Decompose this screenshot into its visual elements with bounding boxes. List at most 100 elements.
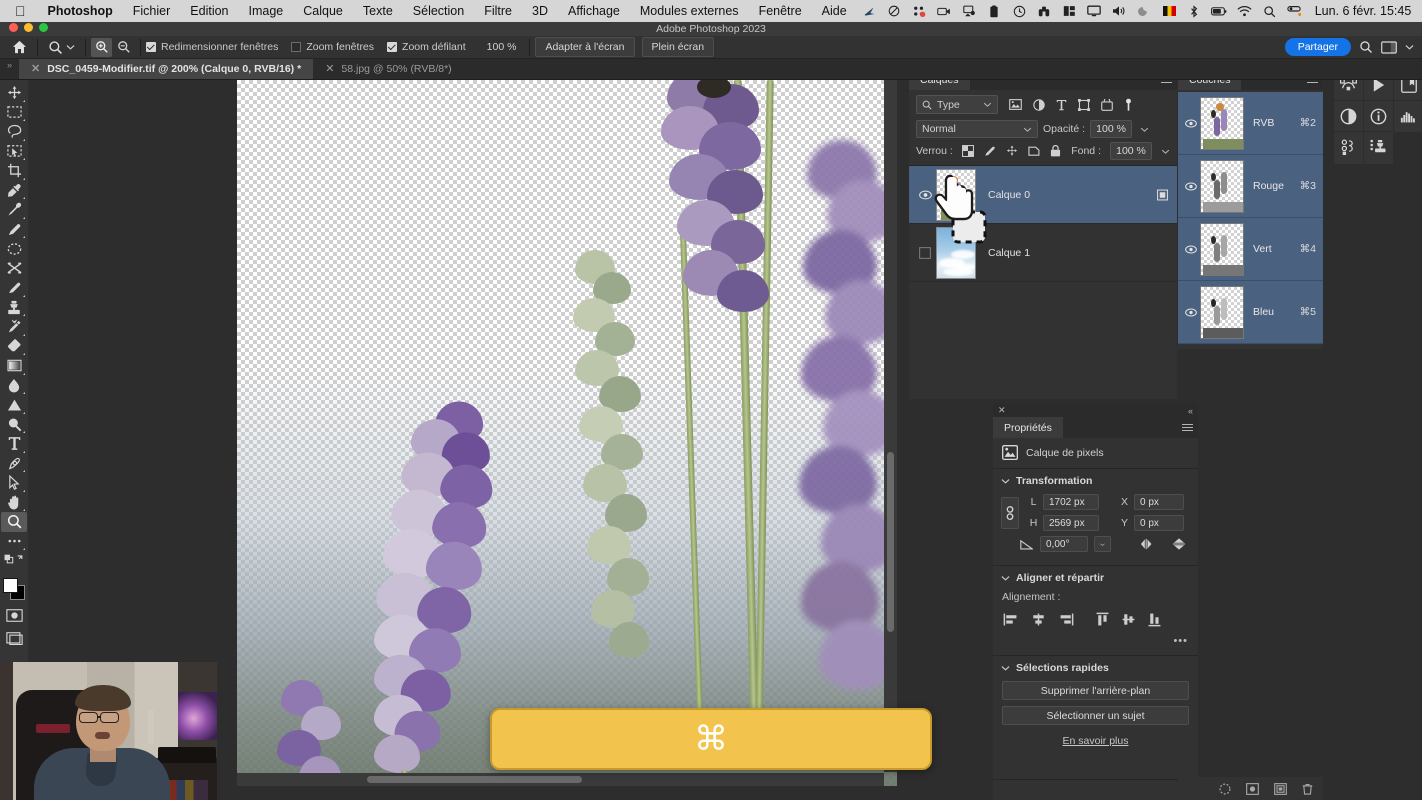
lock-artboard-icon[interactable] <box>1028 145 1040 157</box>
save-selection-as-channel-icon[interactable] <box>1246 782 1259 795</box>
collapse-panel-icon[interactable]: « <box>1188 406 1193 416</box>
minimize-button[interactable] <box>24 23 33 32</box>
menu-item-fenetre[interactable]: Fenêtre <box>749 4 812 18</box>
layer-thumbnail[interactable] <box>936 168 976 221</box>
type-tool[interactable] <box>1 434 27 454</box>
close-icon[interactable]: ✕ <box>325 63 334 75</box>
menu-item-selection[interactable]: Sélection <box>403 4 474 18</box>
canvas-vertical-scrollbar[interactable] <box>884 80 897 772</box>
document-tab-secondary[interactable]: ✕ 58.jpg @ 50% (RVB/8*) <box>313 59 464 79</box>
apple-icon[interactable]:  <box>15 4 26 18</box>
lock-all-icon[interactable] <box>1050 145 1061 157</box>
channel-visibility-toggle[interactable] <box>1182 118 1200 128</box>
more-options-icon[interactable]: ••• <box>993 627 1198 647</box>
channel-visibility-toggle[interactable] <box>1182 307 1200 317</box>
shape-filter-icon[interactable] <box>1078 98 1090 111</box>
canvas-horizontal-scrollbar[interactable] <box>237 773 884 786</box>
checkbox-scrubby-zoom[interactable]: Zoom défilant <box>387 41 466 53</box>
clone-source-panel-icon[interactable] <box>1364 131 1393 162</box>
volume-icon[interactable] <box>1107 0 1132 22</box>
search-icon[interactable] <box>1257 0 1282 22</box>
table-row[interactable]: Vert ⌘4 <box>1178 218 1323 281</box>
menu-item-aide[interactable]: Aide <box>812 4 857 18</box>
lasso-tool[interactable] <box>1 122 27 142</box>
control-center-icon[interactable] <box>1282 0 1307 22</box>
channel-visibility-toggle[interactable] <box>1182 244 1200 254</box>
flip-vertical-icon[interactable] <box>1172 537 1186 551</box>
search-icon[interactable] <box>1359 40 1373 54</box>
align-left-icon[interactable] <box>1003 613 1018 626</box>
lock-position-icon[interactable] <box>1006 145 1018 157</box>
rectangular-marquee-tool[interactable] <box>1 103 27 123</box>
pen-tool[interactable] <box>1 454 27 474</box>
menu-item-3d[interactable]: 3D <box>522 4 558 18</box>
hand-tool[interactable] <box>1 493 27 513</box>
clock-icon[interactable] <box>1007 0 1032 22</box>
layer-visibility-toggle[interactable] <box>914 190 936 200</box>
close-icon[interactable]: ✕ <box>31 63 40 75</box>
transform-section-header[interactable]: Transformation <box>993 475 1198 494</box>
layer-thumbnail[interactable] <box>936 226 976 279</box>
frame-tool[interactable] <box>1 239 27 259</box>
moon-icon[interactable] <box>1132 0 1157 22</box>
close-button[interactable] <box>9 23 18 32</box>
brush-tool[interactable] <box>1 278 27 298</box>
menu-item-modules-externes[interactable]: Modules externes <box>630 4 749 18</box>
histogram-panel-icon[interactable] <box>1394 100 1422 131</box>
wifi-icon[interactable] <box>1232 0 1257 22</box>
fit-screen-button[interactable]: Adapter à l'écran <box>535 37 635 57</box>
history-brush-tool[interactable] <box>1 317 27 337</box>
create-new-channel-icon[interactable] <box>1274 782 1287 795</box>
type-filter-icon[interactable] <box>1056 99 1067 111</box>
x-field[interactable]: 0 px <box>1134 494 1184 510</box>
notification-badge-icon[interactable] <box>907 0 932 22</box>
chevron-down-icon[interactable] <box>1405 44 1414 50</box>
styles-panel-icon[interactable] <box>1334 131 1363 162</box>
workspace-icon[interactable] <box>1381 40 1397 54</box>
menu-item-calque[interactable]: Calque <box>293 4 353 18</box>
document-tab-active[interactable]: ✕ DSC_0459-Modifier.tif @ 200% (Calque 0… <box>19 59 314 79</box>
chevron-down-icon[interactable] <box>1161 149 1170 154</box>
chevron-down-icon[interactable] <box>1140 127 1149 132</box>
height-field[interactable]: 2569 px <box>1043 515 1099 531</box>
table-row[interactable]: Calque 0 <box>909 166 1177 224</box>
airplay-icon[interactable] <box>957 0 982 22</box>
color-swatches[interactable] <box>1 576 27 602</box>
menu-item-filtre[interactable]: Filtre <box>474 4 522 18</box>
display-icon[interactable] <box>1082 0 1107 22</box>
tool-preset-picker[interactable] <box>43 37 80 57</box>
menu-bar-clock[interactable]: Lun. 6 févr. 15:45 <box>1307 4 1418 18</box>
width-field[interactable]: 1702 px <box>1043 494 1099 510</box>
table-row[interactable]: Rouge ⌘3 <box>1178 155 1323 218</box>
table-row[interactable]: Calque 1 <box>909 224 1177 282</box>
channel-thumbnail[interactable] <box>1200 222 1244 276</box>
angle-field[interactable]: 0,00° <box>1040 536 1088 552</box>
path-selection-tool[interactable] <box>1 473 27 493</box>
dropbox-icon[interactable] <box>882 0 907 22</box>
opacity-value[interactable]: 100 % <box>1090 120 1133 138</box>
load-channel-as-selection-icon[interactable] <box>1219 783 1231 795</box>
binoculars-icon[interactable] <box>1032 0 1057 22</box>
share-button[interactable]: Partager <box>1284 38 1351 56</box>
edit-toolbar-button[interactable] <box>1 532 27 552</box>
zoom-in-icon[interactable] <box>91 37 112 57</box>
align-center-horizontal-icon[interactable] <box>1031 613 1046 626</box>
filter-toggle-icon[interactable] <box>1124 98 1133 112</box>
tab-proprietes[interactable]: Propriétés <box>993 417 1063 438</box>
layer-lock-badge-icon[interactable] <box>1157 189 1168 200</box>
menu-item-fichier[interactable]: Fichier <box>123 4 181 18</box>
eyedropper-tool[interactable] <box>1 181 27 201</box>
chevron-down-icon[interactable] <box>1094 536 1111 552</box>
align-bottom-icon[interactable] <box>1148 612 1161 627</box>
quick-mask-icon[interactable] <box>1 606 27 626</box>
menu-item-image[interactable]: Image <box>239 4 294 18</box>
battery-usage-icon[interactable] <box>1057 0 1082 22</box>
chevron-double-right-icon[interactable]: » <box>0 59 19 79</box>
default-colors-icon[interactable] <box>1 551 27 571</box>
belgium-flag-icon[interactable] <box>1157 0 1182 22</box>
battery-icon[interactable] <box>1207 0 1232 22</box>
screen-mode-icon[interactable] <box>1 629 27 649</box>
remove-background-button[interactable]: Supprimer l'arrière-plan <box>1002 681 1189 700</box>
layer-filter-type-select[interactable]: Type <box>916 95 998 114</box>
clipboard-icon[interactable] <box>982 0 1007 22</box>
